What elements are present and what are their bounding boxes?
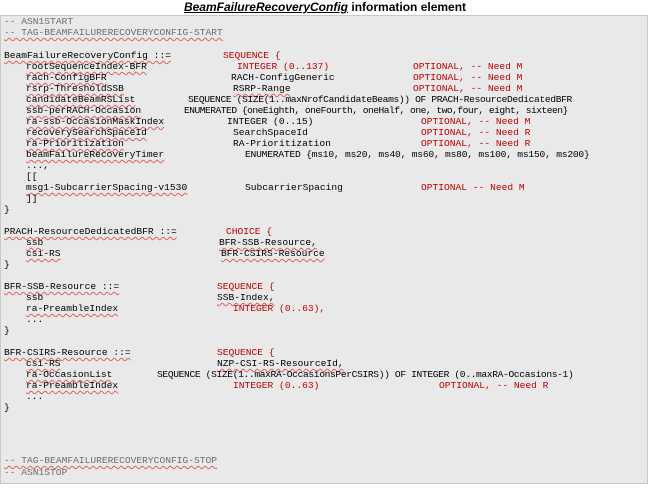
field-presence: OPTIONAL, -- Need R [439,380,549,391]
code-line: BeamFailureRecoveryConfig ::= SEQUENCE { [1,50,281,62]
code-line: ra-ssb-OccasionMaskIndex INTEGER (0..15)… [1,116,530,128]
closing-brace: } [4,325,10,336]
field-type: BFR-CSIRS-Resource [221,248,325,259]
code-line: } [1,204,24,216]
type-definition-name: BFR-SSB-Resource ::= [4,281,120,292]
code-line: beamFailureRecoveryTimer ENUMERATED {ms1… [1,149,590,161]
code-line: ..., [1,160,49,172]
field-presence: OPTIONAL -- Need M [421,182,525,193]
asn1-code-block: -- ASN1START -- TAG-BEAMFAILURERECOVERYC… [0,15,648,484]
code-line: } [1,259,24,271]
code-line: ra-PreambleIndex INTEGER (0..63) OPTIONA… [1,380,548,392]
field-type: INTEGER (0..63), [233,303,326,314]
document-heading: BeamFailureRecoveryConfig information el… [0,0,650,15]
closing-brace: } [4,259,10,270]
extension-group-close: ]] [26,193,38,204]
code-line: candidateBeamRSList SEQUENCE (SIZE(1..ma… [1,94,572,106]
extension-marker: ... [26,391,44,402]
closing-brace: } [4,402,10,413]
code-line: -- ASN1STOP [1,467,67,479]
code-line: ssb-perRACH-Occasion ENUMERATED {oneEigh… [1,105,568,117]
code-line: ssb BFR-SSB-Resource, [1,237,317,249]
code-line: recoverySearchSpaceId SearchSpaceId OPTI… [1,127,530,139]
information-element-name: BeamFailureRecoveryConfig [183,0,349,14]
code-line: csi-RS NZP-CSI-RS-ResourceId, [1,358,344,370]
code-line: ra-PreambleIndex INTEGER (0..63), [1,303,325,315]
code-line: } [1,402,24,414]
closing-brace: } [4,204,10,215]
field-type: INTEGER (0..63) [233,380,320,391]
type-definition-name: BFR-CSIRS-Resource ::= [4,347,131,358]
code-line: rsrp-ThresholdSSB RSRP-Range OPTIONAL, -… [1,83,522,95]
code-line: BFR-CSIRS-Resource ::= SEQUENCE { [1,347,275,359]
code-line: ssb SSB-Index, [1,292,275,304]
code-line: msg1-SubcarrierSpacing-v1530 SubcarrierS… [1,182,525,194]
code-line: -- TAG-BEAMFAILURERECOVERYCONFIG-START [1,27,223,39]
code-line: ra-OccasionList SEQUENCE (SIZE(1..maxRA-… [1,369,574,381]
field-type: ENUMERATED {ms10, ms20, ms40, ms60, ms80… [245,149,590,160]
code-line: rach-ConfigBFR RACH-ConfigGeneric OPTION… [1,72,522,84]
field-name: csi-RS [26,248,61,259]
stop-tag-comment: -- TAG-BEAMFAILURERECOVERYCONFIG-STOP [4,455,218,466]
code-line: -- TAG-BEAMFAILURERECOVERYCONFIG-STOP [1,455,217,467]
code-line: [[ [1,171,38,183]
extension-marker: ... [26,314,44,325]
start-tag-comment: -- TAG-BEAMFAILURERECOVERYCONFIG-START [4,27,223,38]
code-line: rootSequenceIndex-BFR INTEGER (0..137) O… [1,61,522,73]
field-type: SubcarrierSpacing [245,182,343,193]
field-name: msg1-SubcarrierSpacing-v1530 [26,182,188,193]
asn1-stop-marker: -- ASN1STOP [4,467,68,478]
code-line: } [1,325,24,337]
code-line: ra-Prioritization RA-Prioritization OPTI… [1,138,530,150]
code-line: PRACH-ResourceDedicatedBFR ::= CHOICE { [1,226,272,238]
heading-suffix: information element [351,0,467,14]
code-line: BFR-SSB-Resource ::= SEQUENCE { [1,281,275,293]
